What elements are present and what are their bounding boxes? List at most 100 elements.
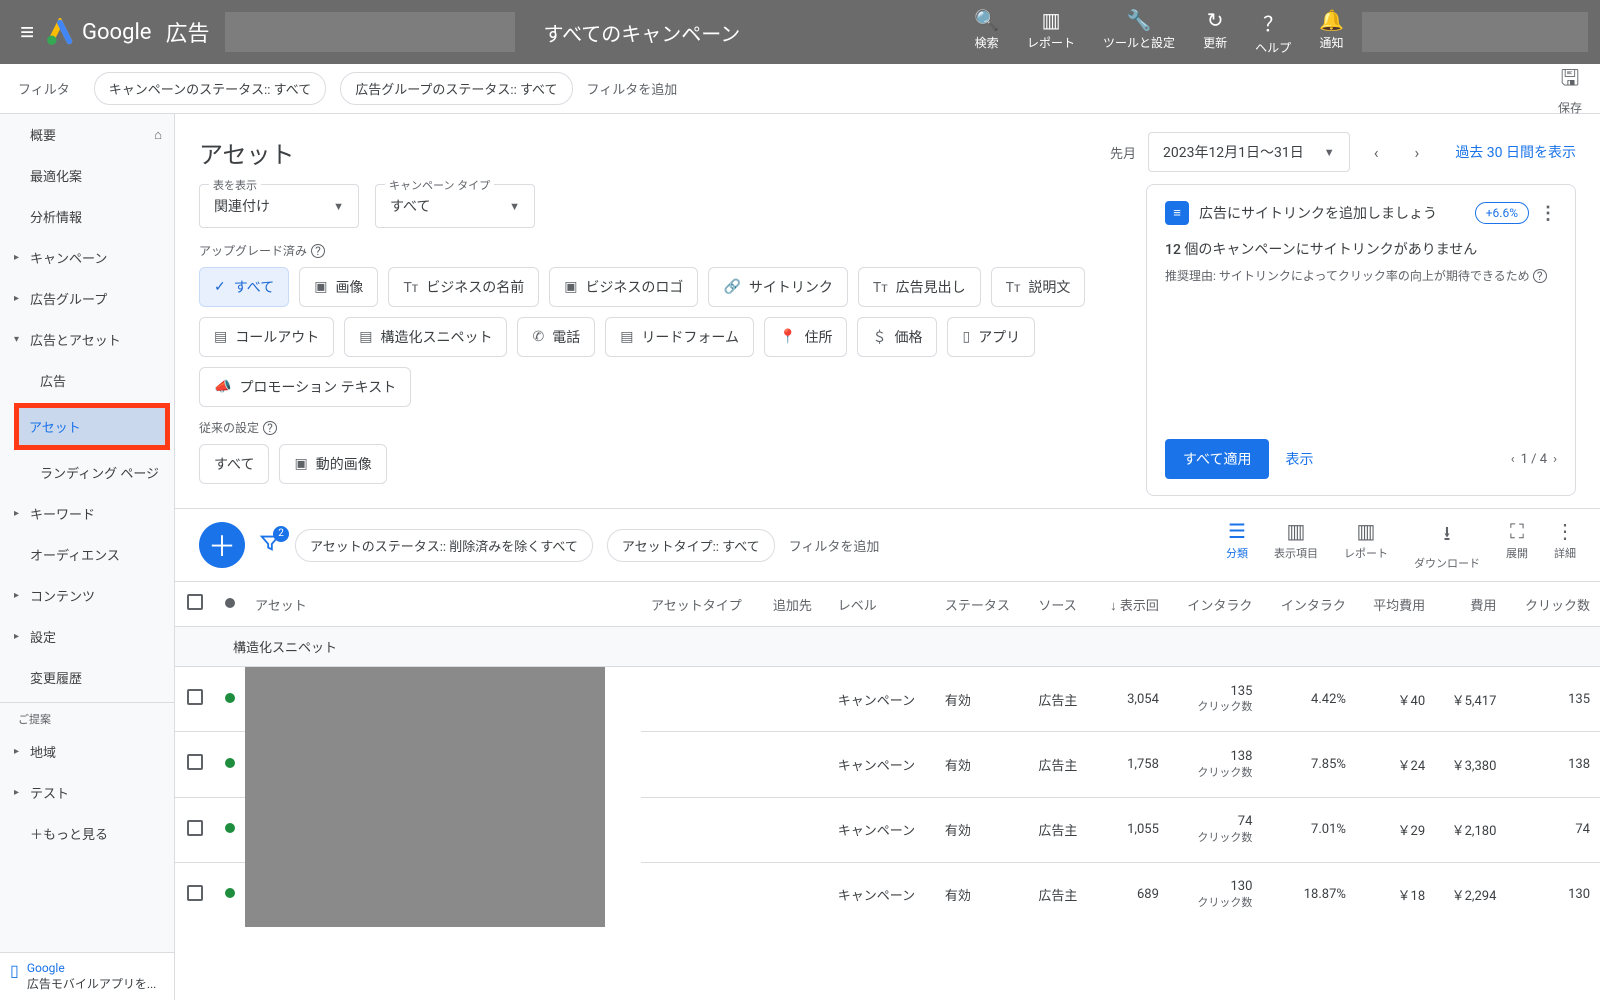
filter-chip-adgroup-status[interactable]: 広告グループのステータス:: すべて (340, 72, 572, 105)
sidebar-item-adgroups[interactable]: 広告グループ (0, 278, 174, 319)
table-filter-chip-type[interactable]: アセットタイプ:: すべて (607, 529, 775, 562)
col-impressions[interactable]: 表示回 (1093, 582, 1169, 627)
pill-bizlogo[interactable]: ▣ビジネスのロゴ (549, 267, 698, 307)
search-icon: 🔍 (974, 8, 999, 32)
sidebar-item-audiences[interactable]: オーディエンス (0, 534, 174, 575)
pill-bizname[interactable]: Tᴛビジネスの名前 (388, 267, 539, 307)
pill-promo[interactable]: 📣プロモーション テキスト (199, 367, 411, 407)
pill-leadform[interactable]: ▤リードフォーム (605, 317, 754, 357)
sidebar-item-test[interactable]: テスト (0, 772, 174, 813)
sidebar-footer[interactable]: ▯ Google 広告モバイルアプリを... (0, 952, 174, 1000)
next-period-button[interactable]: › (1403, 135, 1432, 170)
col-level[interactable]: レベル (828, 582, 935, 627)
sidebar: 概要⌂ 最適化案 分析情報 キャンペーン 広告グループ 広告とアセット 広告 ア… (0, 114, 175, 1000)
report-tool[interactable]: ▥レポート (1344, 519, 1388, 571)
pill-price[interactable]: ＄価格 (857, 317, 937, 357)
mobile-icon: ▯ (10, 961, 19, 992)
save-button[interactable]: 🖫 保存 (1558, 61, 1582, 116)
chart-icon: ▥ (1357, 519, 1376, 543)
sidebar-item-history[interactable]: 変更履歴 (0, 657, 174, 698)
prev-reco-button[interactable]: ‹ (1511, 452, 1515, 467)
pill-sitelink[interactable]: 🔗サイトリンク (708, 267, 847, 307)
cell-impressions: 689 (1093, 862, 1169, 927)
hamburger-icon[interactable]: ≡ (12, 10, 42, 55)
info-icon[interactable]: ? (311, 244, 325, 258)
add-asset-fab[interactable]: ＋ (199, 522, 245, 568)
col-avg-cost[interactable]: 平均費用 (1356, 582, 1435, 627)
pill-legacy-all[interactable]: すべて (199, 444, 269, 484)
col-cost[interactable]: 費用 (1435, 582, 1506, 627)
sidebar-item-optimize[interactable]: 最適化案 (0, 155, 174, 196)
sidebar-item-ads[interactable]: 広告 (0, 360, 174, 401)
account-selector[interactable] (225, 12, 515, 52)
add-filter-link[interactable]: フィルタを追加 (587, 79, 678, 98)
pill-app[interactable]: ▯アプリ (947, 317, 1035, 357)
cell-level: キャンペーン (828, 797, 935, 862)
segment-tool[interactable]: ☰分類 (1226, 519, 1248, 571)
pill-dynimage[interactable]: ▣動的画像 (279, 444, 386, 484)
select-all-checkbox[interactable] (187, 594, 203, 610)
next-reco-button[interactable]: › (1553, 452, 1557, 467)
cell-interactions: 138クリック数 (1169, 732, 1263, 797)
more-tool[interactable]: ⋮詳細 (1554, 519, 1576, 571)
pill-snippet[interactable]: ▤構造化スニペット (344, 317, 507, 357)
filter-button[interactable]: 2 (259, 532, 281, 559)
account-info[interactable] (1362, 12, 1588, 52)
sidebar-item-landing[interactable]: ランディング ページ (0, 452, 174, 493)
table-row[interactable]: キャンペーン有効広告主3,054135クリック数4.42%￥40￥5,41713… (175, 667, 1600, 732)
pill-call[interactable]: ✆電話 (517, 317, 595, 357)
view-link[interactable]: 表示 (1285, 449, 1313, 469)
expand-icon: ⛶ (1510, 519, 1524, 543)
col-source[interactable]: ソース (1028, 582, 1093, 627)
sidebar-item-assets[interactable]: アセット (19, 408, 165, 445)
sidebar-item-regions[interactable]: 地域 (0, 731, 174, 772)
col-status[interactable]: ステータス (935, 582, 1029, 627)
row-checkbox[interactable] (187, 689, 203, 705)
apply-all-button[interactable]: すべて適用 (1165, 439, 1269, 479)
search-tool[interactable]: 🔍検索 (974, 8, 999, 51)
pill-location[interactable]: 📍住所 (764, 317, 847, 357)
info-icon[interactable]: ? (263, 421, 277, 435)
help-tool[interactable]: ？ヘルプ (1255, 8, 1291, 56)
download-tool[interactable]: ⭳ダウンロード (1414, 519, 1480, 571)
col-interaction-rate[interactable]: インタラク (1262, 582, 1356, 627)
table-add-filter[interactable]: フィルタを追加 (789, 536, 880, 555)
pill-all[interactable]: ✓すべて (199, 267, 289, 307)
row-checkbox[interactable] (187, 885, 203, 901)
sidebar-item-keywords[interactable]: キーワード (0, 493, 174, 534)
settings-tool[interactable]: 🔧ツールと設定 (1103, 8, 1175, 51)
pill-image[interactable]: ▣画像 (299, 267, 378, 307)
view-last-30-link[interactable]: 過去 30 日間を表示 (1455, 142, 1576, 162)
sidebar-item-settings[interactable]: 設定 (0, 616, 174, 657)
refresh-tool[interactable]: ↻更新 (1203, 8, 1227, 51)
report-tool[interactable]: ▥レポート (1027, 8, 1075, 51)
sidebar-item-campaigns[interactable]: キャンペーン (0, 237, 174, 278)
table-filter-chip-status[interactable]: アセットのステータス:: 削除済みを除くすべて (295, 529, 593, 562)
sidebar-item-more[interactable]: ＋ もっと見る (0, 813, 174, 854)
more-menu-icon[interactable]: ⋮ (1539, 203, 1557, 224)
prev-period-button[interactable]: ‹ (1362, 135, 1391, 170)
app-header: ≡ Google 広告 すべてのキャンペーン 🔍検索 ▥レポート 🔧ツールと設定… (0, 0, 1600, 64)
col-asset[interactable]: アセット (245, 582, 641, 627)
notifications-tool[interactable]: 🔔通知 (1319, 8, 1344, 51)
logo[interactable]: Google 広告 (46, 16, 209, 48)
columns-tool[interactable]: ▥表示項目 (1274, 519, 1318, 571)
expand-tool[interactable]: ⛶展開 (1506, 519, 1528, 571)
col-added-to[interactable]: 追加先 (763, 582, 828, 627)
date-range-selector[interactable]: 2023年12月1日～31日 ▼ (1148, 132, 1350, 172)
col-asset-type[interactable]: アセットタイプ (641, 582, 763, 627)
sidebar-item-overview[interactable]: 概要⌂ (0, 114, 174, 155)
sidebar-item-ads-assets[interactable]: 広告とアセット (0, 319, 174, 360)
sidebar-item-content[interactable]: コンテンツ (0, 575, 174, 616)
row-checkbox[interactable] (187, 754, 203, 770)
col-interactions[interactable]: インタラク (1169, 582, 1263, 627)
sidebar-item-insights[interactable]: 分析情報 (0, 196, 174, 237)
col-clicks[interactable]: クリック数 (1506, 582, 1600, 627)
pill-headline[interactable]: Tᴛ広告見出し (858, 267, 981, 307)
info-icon[interactable]: ? (1533, 269, 1547, 283)
pill-callout[interactable]: ▤コールアウト (199, 317, 334, 357)
sidebar-item-assets-highlight: アセット (14, 403, 170, 450)
row-checkbox[interactable] (187, 820, 203, 836)
pill-desc[interactable]: Tᴛ説明文 (991, 267, 1086, 307)
filter-chip-campaign-status[interactable]: キャンペーンのステータス:: すべて (94, 72, 326, 105)
